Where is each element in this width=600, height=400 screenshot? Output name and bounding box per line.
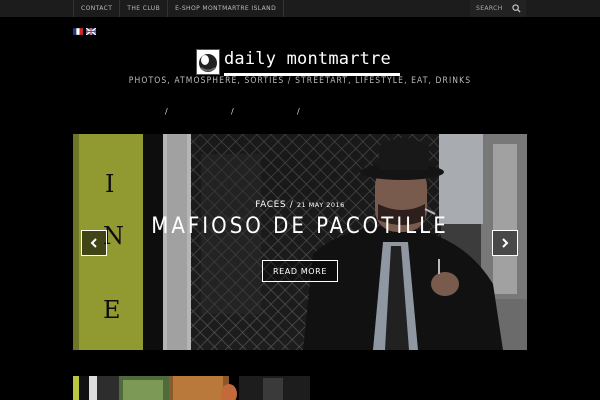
french-flag-icon[interactable] — [73, 28, 83, 35]
slide-date: 21 MAY 2016 — [296, 201, 345, 209]
top-bar: CONTACT THE CLUB E-SHOP MONTMARTRE ISLAN… — [0, 0, 600, 17]
search-icon[interactable] — [512, 4, 521, 13]
slide-photo: I N E — [73, 134, 527, 350]
english-flag-icon[interactable] — [86, 28, 96, 35]
post-thumbnails — [73, 376, 310, 400]
slide-title[interactable]: MAFIOSO DE PACOTILLE — [73, 214, 527, 239]
menu-separator: / — [165, 107, 168, 116]
top-navigation: CONTACT THE CLUB E-SHOP MONTMARTRE ISLAN… — [73, 0, 285, 17]
search-input[interactable] — [476, 5, 512, 12]
menu-separator: / — [297, 107, 300, 116]
slider-prev-button[interactable] — [81, 230, 107, 256]
featured-slider: I N E FACES / 21 MAY 2016 MAFIOSO DE PAC… — [73, 134, 527, 350]
slide-category[interactable]: FACES — [255, 200, 286, 210]
nav-link-eshop[interactable]: E-SHOP MONTMARTRE ISLAND — [168, 0, 285, 17]
site-tagline: PHOTOS, ATMOSPHERE, SORTIES / STREETART,… — [128, 76, 472, 86]
search-box — [470, 0, 526, 17]
nav-link-the-club[interactable]: THE CLUB — [120, 0, 169, 17]
chevron-right-icon — [502, 238, 509, 248]
read-more-button[interactable]: READ MORE — [262, 260, 338, 282]
slider-next-button[interactable] — [492, 230, 518, 256]
logo-emblem-icon — [196, 49, 220, 75]
chevron-left-icon — [90, 238, 97, 248]
slide-meta-separator: / — [289, 200, 294, 210]
language-switcher — [73, 28, 96, 35]
logo-text: daily montmartre — [224, 49, 391, 69]
nav-link-contact[interactable]: CONTACT — [74, 0, 121, 17]
slide-meta: FACES / 21 MAY 2016 — [73, 200, 527, 210]
thumbnail-row[interactable] — [73, 376, 310, 400]
menu-separator: / — [231, 107, 234, 116]
